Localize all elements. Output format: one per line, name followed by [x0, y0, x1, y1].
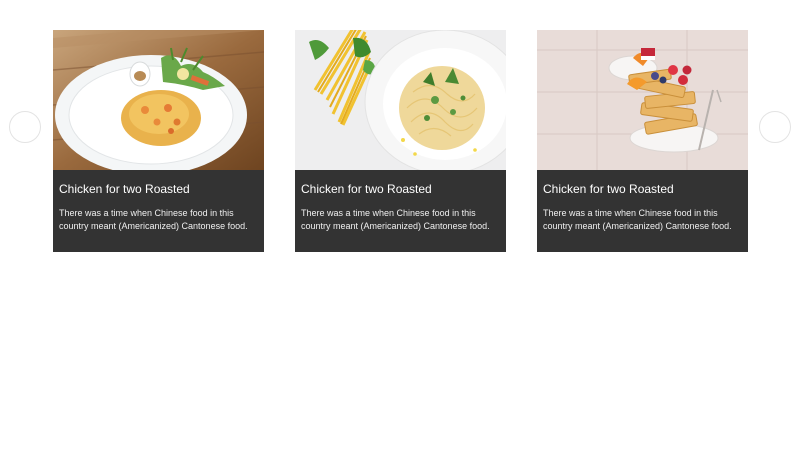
- card-description: There was a time when Chinese food in th…: [59, 208, 248, 231]
- food-card[interactable]: Chicken for two Roasted There was a time…: [53, 30, 264, 252]
- food-photo-pad-thai: [53, 30, 264, 170]
- card-title: Chicken for two Roasted: [301, 182, 432, 196]
- card-description: There was a time when Chinese food in th…: [543, 208, 732, 231]
- food-photo-waffles: [537, 30, 748, 170]
- food-card[interactable]: Chicken for two Roasted There was a time…: [537, 30, 748, 252]
- food-card-carousel: Chicken for two Roasted There was a time…: [0, 0, 800, 450]
- card-title: Chicken for two Roasted: [543, 182, 674, 196]
- card-title: Chicken for two Roasted: [59, 182, 190, 196]
- food-photo-spaghetti: [295, 30, 506, 170]
- carousel-prev-button[interactable]: [9, 111, 41, 143]
- card-description: There was a time when Chinese food in th…: [301, 208, 490, 231]
- carousel-next-button[interactable]: [759, 111, 791, 143]
- food-card[interactable]: Chicken for two Roasted There was a time…: [295, 30, 506, 252]
